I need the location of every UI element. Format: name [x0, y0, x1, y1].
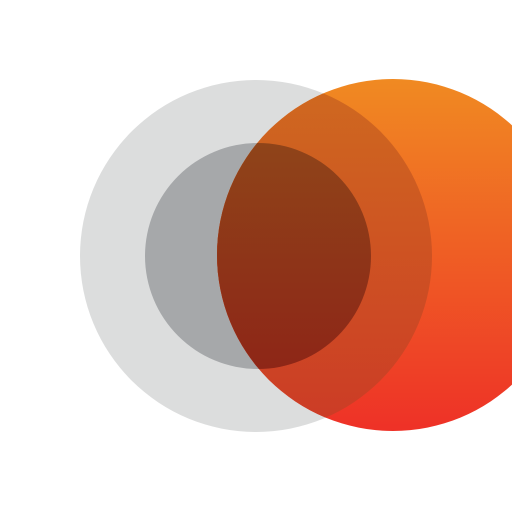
- app-icon-canvas: [0, 0, 512, 512]
- overlapping-circles-logo-icon: [0, 0, 512, 512]
